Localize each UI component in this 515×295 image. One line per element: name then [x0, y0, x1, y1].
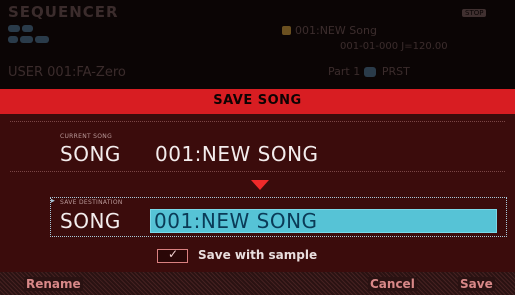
dialog-title: SAVE SONG	[213, 93, 302, 108]
current-song-prefix: SONG	[60, 142, 121, 166]
check-icon: ✓	[168, 247, 179, 261]
current-song-value: 001:NEW SONG	[155, 142, 319, 166]
song-icon	[282, 26, 291, 35]
dialog-title-bar: SAVE SONG	[0, 89, 515, 114]
save-with-sample-checkbox[interactable]: ✓	[157, 247, 188, 263]
header-song: 001:NEW Song	[282, 24, 377, 37]
track-info-row-2	[8, 35, 51, 43]
cancel-button[interactable]: Cancel	[368, 277, 417, 291]
header-song-name: 001:NEW Song	[295, 24, 377, 37]
header-part: Part 1 PRST	[328, 65, 410, 78]
track-info-row-1	[8, 24, 35, 32]
tag-pill	[8, 25, 20, 32]
save-song-dialog: CURRENT SONG SONG 001:NEW SONG ▶ SAVE DE…	[0, 114, 515, 272]
divider	[10, 171, 505, 172]
save-button[interactable]: Save	[458, 277, 495, 291]
save-destination-label: SAVE DESTINATION	[60, 199, 123, 206]
header-part-label: Part 1	[328, 65, 361, 78]
header-part-tag: PRST	[381, 65, 410, 78]
sequencer-title: SEQUENCER	[8, 3, 119, 21]
tag-pill	[21, 25, 34, 32]
save-destination-field[interactable]: 001:NEW SONG	[150, 209, 497, 233]
tag-pill	[8, 36, 18, 43]
caret-right-icon: ▶	[51, 198, 55, 204]
save-destination-value: 001:NEW SONG	[154, 209, 318, 233]
background-sequencer-screen: SEQUENCER 001:NEW Song 001-01-000 J=120.…	[0, 0, 515, 89]
tag-pill	[19, 36, 34, 43]
current-song-label: CURRENT SONG	[60, 133, 113, 140]
arrow-down-icon	[251, 180, 269, 190]
function-key-bar: Rename Cancel Save	[0, 272, 515, 295]
save-destination-prefix: SONG	[60, 209, 121, 233]
header-user-tone: USER 001:FA-Zero	[8, 65, 126, 80]
tag-pill	[35, 36, 50, 43]
divider	[10, 121, 505, 122]
tag-pill	[363, 67, 377, 77]
header-time: 001-01-000 J=120.00	[340, 41, 448, 52]
stop-status-badge: STOP	[462, 9, 487, 17]
save-with-sample-label: Save with sample	[198, 248, 318, 262]
rename-button[interactable]: Rename	[24, 277, 83, 291]
